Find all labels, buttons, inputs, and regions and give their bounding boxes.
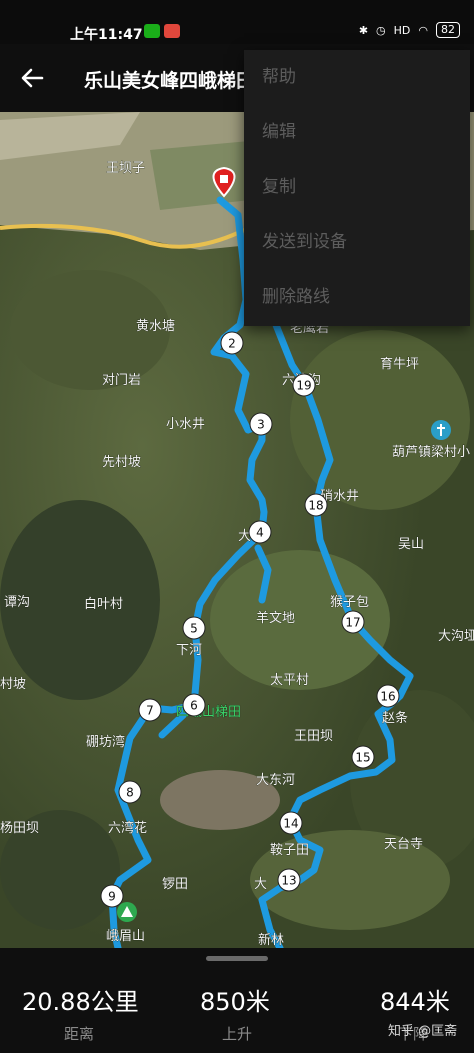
school-marker-icon[interactable] <box>431 420 451 440</box>
distance-label: 距离 <box>64 1025 95 1043</box>
waypoint-number: 16 <box>380 690 395 704</box>
route-title: 乐山美女峰四峨梯田 <box>84 70 244 92</box>
place-label: 育牛坪 <box>380 356 419 372</box>
place-label: 赵条 <box>382 710 408 726</box>
status-bar: 上午11:47 ✱ ◷ HD ◠ 82 <box>0 0 474 44</box>
waypoint-marker[interactable]: 17 <box>341 610 365 634</box>
place-label: 新林 <box>258 932 284 948</box>
app-notification-icon <box>164 24 180 38</box>
place-label: 猴子包 <box>330 595 369 610</box>
route-stats-panel[interactable]: 20.88公里 距离 850米 上升 844米 下降 知乎 @匡斋 <box>0 948 474 1053</box>
menu-item-copy[interactable]: 复制 <box>244 160 470 215</box>
waypoint-number: 13 <box>281 874 296 888</box>
waypoint-marker[interactable]: 13 <box>277 868 301 892</box>
waypoint-marker[interactable]: 15 <box>351 745 375 769</box>
status-icons: ✱ ◷ HD ◠ 82 <box>359 22 460 38</box>
place-label: 峨眉山 <box>106 929 145 944</box>
watermark: 知乎 @匡斋 <box>388 1024 458 1039</box>
waypoint-number: 6 <box>190 699 198 713</box>
place-label: 硼坊湾 <box>86 734 125 750</box>
waypoint-number: 17 <box>345 616 360 630</box>
place-label: 羊文地 <box>256 610 295 626</box>
waypoint-marker[interactable]: 8 <box>118 780 142 804</box>
alarm-icon: ◷ <box>376 23 386 37</box>
waypoint-marker[interactable]: 6 <box>182 693 206 717</box>
waypoint-marker[interactable]: 5 <box>182 616 206 640</box>
waypoint-number: 14 <box>283 817 298 831</box>
wifi-icon: ◠ <box>418 23 428 37</box>
stat-ascent: 850米 上升 <box>200 982 350 1044</box>
place-label: 大 <box>254 877 267 892</box>
place-label: 吴山 <box>398 537 424 552</box>
status-time: 上午11:47 <box>70 27 143 43</box>
place-label: 先村坡 <box>102 455 141 470</box>
waypoint-marker[interactable]: 4 <box>248 520 272 544</box>
waypoint-marker[interactable]: 2 <box>220 331 244 355</box>
place-label: 葫芦镇梁村小 <box>392 445 470 460</box>
waypoint-number: 7 <box>146 704 154 718</box>
waypoint-marker[interactable]: 16 <box>376 684 400 708</box>
waypoint-number: 3 <box>257 418 265 432</box>
place-label: 下河 <box>176 643 202 658</box>
place-label: 王田坝 <box>294 729 333 744</box>
descent-value: 844米 <box>380 988 450 1016</box>
back-arrow-icon[interactable] <box>18 64 46 92</box>
place-label: 太平村 <box>270 673 309 688</box>
waypoint-marker[interactable]: 9 <box>100 884 124 908</box>
battery-icon: 82 <box>436 22 460 38</box>
bluetooth-icon: ✱ <box>358 23 369 37</box>
waypoint-marker[interactable]: 3 <box>249 412 273 436</box>
place-label: 六湾花 <box>108 820 147 836</box>
ascent-label: 上升 <box>222 1025 253 1043</box>
waypoint-number: 4 <box>256 526 264 540</box>
place-label: 锣田 <box>162 877 188 892</box>
wechat-icon <box>144 24 160 38</box>
place-label: 黄水塘 <box>136 318 175 334</box>
place-label: 小水井 <box>166 417 205 432</box>
signal-icon: HD <box>393 23 411 37</box>
place-label: 鞍子田 <box>270 842 309 858</box>
place-label: 谭沟 <box>4 595 30 610</box>
overflow-menu: 帮助 编辑 复制 发送到设备 删除路线 <box>244 50 470 326</box>
waypoint-marker[interactable]: 18 <box>304 493 328 517</box>
waypoint-number: 8 <box>126 786 134 800</box>
waypoint-marker[interactable]: 7 <box>138 698 162 722</box>
waypoint-number: 18 <box>308 499 323 513</box>
place-label: 天台寺 <box>384 837 423 852</box>
menu-item-delete-route[interactable]: 删除路线 <box>244 270 470 325</box>
place-label: 杨田坝 <box>0 821 39 836</box>
place-label: 白叶村 <box>84 596 123 612</box>
waypoint-marker[interactable]: 19 <box>292 373 316 397</box>
menu-item-send-to-device[interactable]: 发送到设备 <box>244 215 470 270</box>
place-label: 大沟垭 <box>438 629 474 644</box>
waypoint-number: 19 <box>296 379 311 393</box>
waypoint-marker[interactable]: 14 <box>279 811 303 835</box>
place-label: 大东河 <box>256 773 295 788</box>
stat-distance: 20.88公里 距离 <box>22 982 172 1044</box>
waypoint-number: 15 <box>355 751 370 765</box>
waypoint-number: 2 <box>228 337 236 351</box>
waypoint-number: 9 <box>108 890 116 904</box>
mountain-peak-icon[interactable] <box>117 902 137 922</box>
place-label: 对门岩 <box>102 373 141 388</box>
distance-value: 20.88公里 <box>22 988 139 1016</box>
place-label: 村坡 <box>0 677 26 692</box>
menu-item-help[interactable]: 帮助 <box>244 50 470 105</box>
place-label: 王坝子 <box>106 161 145 176</box>
waypoint-number: 5 <box>190 622 198 636</box>
ascent-value: 850米 <box>200 988 270 1016</box>
drag-handle[interactable] <box>206 956 268 961</box>
menu-item-edit[interactable]: 编辑 <box>244 105 470 160</box>
